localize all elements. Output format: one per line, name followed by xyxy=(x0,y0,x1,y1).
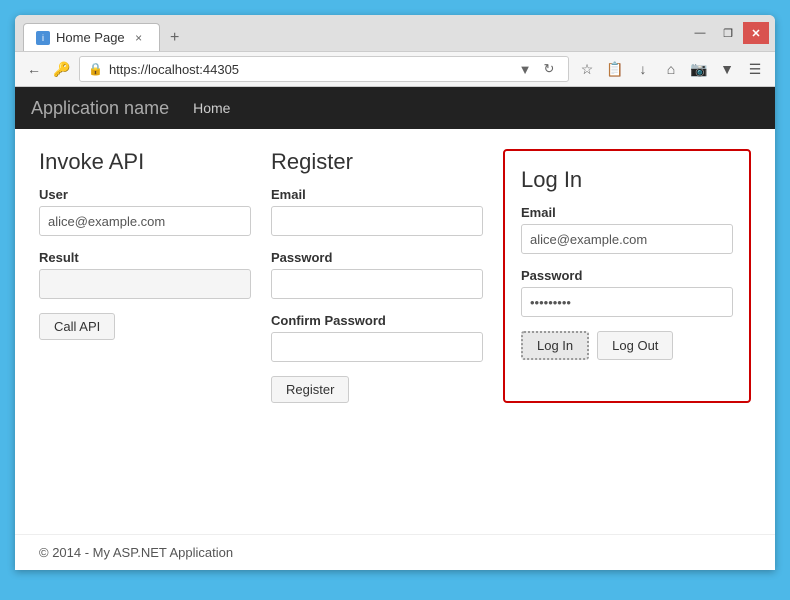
result-label: Result xyxy=(39,250,251,265)
user-label: User xyxy=(39,187,251,202)
tab-title: Home Page xyxy=(56,30,125,45)
login-title: Log In xyxy=(521,167,733,193)
user-input[interactable] xyxy=(39,206,251,236)
reg-email-label: Email xyxy=(271,187,483,202)
address-bar: ← 🔑 🔒 https://localhost:44305 ▼ ↻ ☆ 📋 ↓ … xyxy=(15,51,775,87)
register-button[interactable]: Register xyxy=(271,376,349,403)
invoke-api-title: Invoke API xyxy=(39,149,251,175)
app-name: Application name xyxy=(31,98,169,119)
hamburger-menu[interactable]: ☰ xyxy=(743,57,767,81)
sections-row: Invoke API User Result Call API Register… xyxy=(39,149,751,403)
tab-close-button[interactable]: × xyxy=(131,30,147,46)
minimize-button[interactable]: — xyxy=(687,22,713,44)
active-tab[interactable]: i Home Page × xyxy=(23,23,160,51)
register-title: Register xyxy=(271,149,483,175)
reg-email-input[interactable] xyxy=(271,206,483,236)
page-content: Invoke API User Result Call API Register… xyxy=(15,129,775,534)
tab-favicon: i xyxy=(36,31,50,45)
app-navbar: Application name Home xyxy=(15,87,775,129)
login-email-group: Email xyxy=(521,205,733,254)
login-section: Log In Email Password Log In Log Out xyxy=(503,149,751,403)
login-email-input[interactable] xyxy=(521,224,733,254)
new-tab-button[interactable]: + xyxy=(164,27,186,49)
nav-home[interactable]: Home xyxy=(189,100,234,116)
reg-password-label: Password xyxy=(271,250,483,265)
refresh-button[interactable]: ↻ xyxy=(538,58,560,80)
footer-text: © 2014 - My ASP.NET Application xyxy=(39,545,233,560)
window-controls: — ❐ ✕ xyxy=(687,22,775,44)
star-icon[interactable]: ☆ xyxy=(575,57,599,81)
url-display: https://localhost:44305 xyxy=(109,62,508,77)
login-password-input[interactable] xyxy=(521,287,733,317)
home-icon[interactable]: ⌂ xyxy=(659,57,683,81)
back-button[interactable]: ← xyxy=(23,58,45,80)
reg-email-group: Email xyxy=(271,187,483,236)
extensions-icon[interactable]: 📷 xyxy=(687,57,711,81)
reg-confirm-group: Confirm Password xyxy=(271,313,483,362)
forward-button[interactable]: 🔑 xyxy=(51,58,73,80)
invoke-api-section: Invoke API User Result Call API xyxy=(39,149,251,403)
reg-confirm-input[interactable] xyxy=(271,332,483,362)
reg-confirm-label: Confirm Password xyxy=(271,313,483,328)
toolbar-icons: ☆ 📋 ↓ ⌂ 📷 ▼ ☰ xyxy=(575,57,767,81)
login-email-label: Email xyxy=(521,205,733,220)
download-icon[interactable]: ↓ xyxy=(631,57,655,81)
menu-dropdown[interactable]: ▼ xyxy=(715,57,739,81)
login-buttons: Log In Log Out xyxy=(521,331,733,360)
login-password-label: Password xyxy=(521,268,733,283)
reg-password-group: Password xyxy=(271,250,483,299)
tab-bar: i Home Page × + xyxy=(15,15,687,51)
restore-button[interactable]: ❐ xyxy=(715,22,741,44)
logout-button[interactable]: Log Out xyxy=(597,331,673,360)
lock-icon: 🔒 xyxy=(88,62,103,76)
login-button[interactable]: Log In xyxy=(521,331,589,360)
title-bar: i Home Page × + — ❐ ✕ xyxy=(15,15,775,51)
register-section: Register Email Password Confirm Password… xyxy=(271,149,483,403)
result-group: Result xyxy=(39,250,251,299)
address-input-wrapper[interactable]: 🔒 https://localhost:44305 ▼ ↻ xyxy=(79,56,569,82)
dropdown-arrow[interactable]: ▼ xyxy=(514,58,536,80)
login-password-group: Password xyxy=(521,268,733,317)
call-api-button[interactable]: Call API xyxy=(39,313,115,340)
close-button[interactable]: ✕ xyxy=(743,22,769,44)
result-input xyxy=(39,269,251,299)
user-group: User xyxy=(39,187,251,236)
clipboard-icon[interactable]: 📋 xyxy=(603,57,627,81)
page-footer: © 2014 - My ASP.NET Application xyxy=(15,534,775,570)
reg-password-input[interactable] xyxy=(271,269,483,299)
